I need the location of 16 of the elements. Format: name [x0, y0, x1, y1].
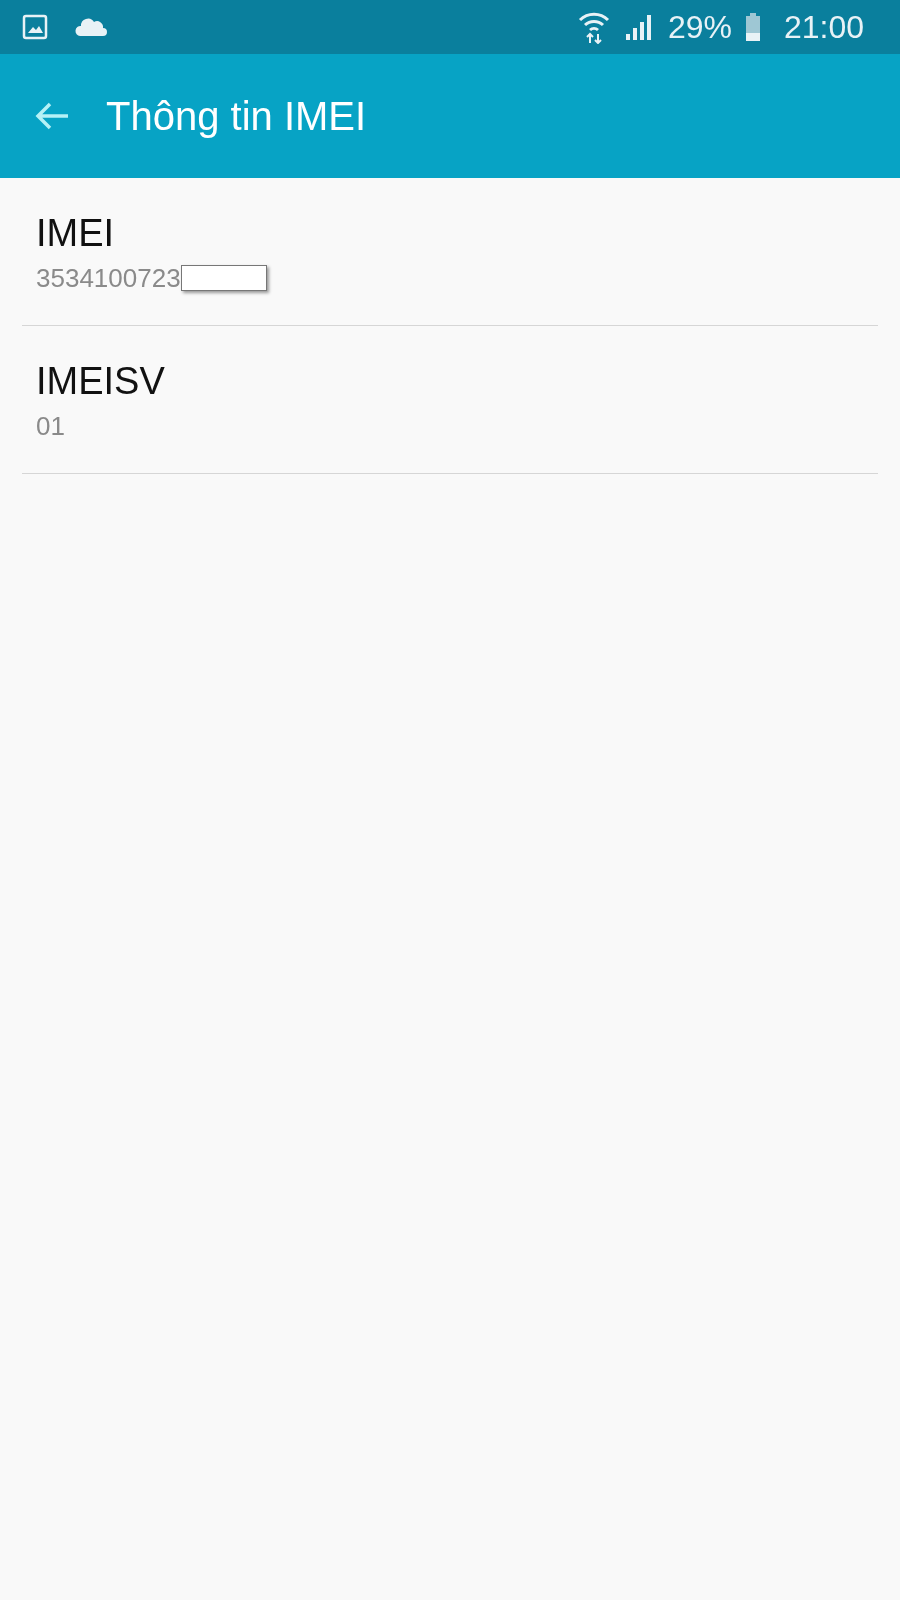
back-arrow-icon [34, 101, 70, 131]
clock-time: 21:00 [783, 8, 864, 46]
battery-percent: 29% [667, 8, 732, 46]
item-value: 01 [36, 410, 65, 443]
signal-icon [623, 13, 654, 41]
battery-icon [745, 13, 760, 41]
back-button[interactable] [34, 101, 70, 131]
item-title: IMEI [36, 211, 116, 256]
wifi-icon [577, 10, 610, 44]
image-icon [22, 14, 48, 40]
list-item[interactable]: IMEI 3534100723 [22, 178, 878, 326]
item-value: 3534100723 [36, 262, 181, 295]
item-title: IMEISV [36, 359, 166, 404]
cloud-icon [74, 16, 108, 38]
screen-title: Thông tin IMEI [106, 93, 367, 139]
list-item[interactable]: IMEISV 01 [22, 326, 878, 474]
